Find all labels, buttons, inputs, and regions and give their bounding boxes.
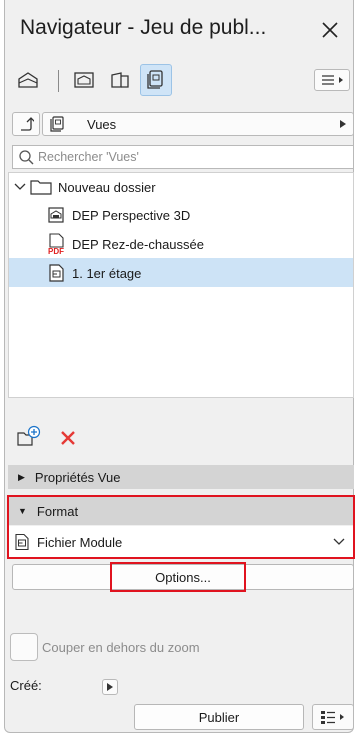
- view-selector[interactable]: Vues: [42, 112, 354, 136]
- view-properties-label: Propriétés Vue: [34, 469, 121, 485]
- tree-item[interactable]: 1. 1er étage: [46, 261, 346, 285]
- tree-folder-label: Nouveau dossier: [58, 179, 156, 195]
- clip-label: Couper en dehors du zoom: [42, 639, 200, 655]
- module-file-icon: [49, 264, 64, 282]
- tree-item[interactable]: PDF DEP Rez-de-chaussée: [46, 232, 346, 256]
- tree-item-label: 1. 1er étage: [72, 265, 142, 281]
- view-map-button[interactable]: [70, 66, 98, 94]
- close-icon: [322, 22, 338, 38]
- tree-item-label: DEP Perspective 3D: [72, 207, 191, 223]
- chevron-right-icon: [340, 120, 346, 128]
- view-map-icon: [74, 72, 94, 88]
- delete-button[interactable]: [58, 428, 80, 450]
- publish-button-label: Publier: [198, 709, 240, 725]
- toolbar-divider: [58, 70, 59, 92]
- created-label: Créé:: [10, 678, 42, 693]
- publisher-sets-icon: [50, 116, 64, 132]
- clip-outside-zoom[interactable]: Couper en dehors du zoom: [10, 633, 310, 661]
- menu-icon: [322, 75, 343, 85]
- options-highlight-frame: [110, 562, 246, 592]
- svg-text:PDF: PDF: [48, 247, 64, 255]
- view-properties-header[interactable]: ▶ Propriétés Vue: [8, 465, 354, 489]
- tree-item-label: DEP Rez-de-chaussée: [72, 236, 204, 252]
- options-menu-button[interactable]: [314, 69, 350, 91]
- delete-icon: [61, 431, 75, 445]
- list-menu-icon: [321, 711, 344, 724]
- clip-checkbox[interactable]: [10, 633, 38, 661]
- format-highlight-frame: [7, 495, 355, 559]
- layout-book-icon: [111, 72, 129, 88]
- go-up-button[interactable]: [12, 112, 40, 136]
- dwg-file-icon: [48, 207, 64, 223]
- new-subset-icon: [17, 425, 41, 446]
- publish-button[interactable]: Publier: [134, 704, 304, 730]
- publisher-sets-icon: [147, 70, 163, 89]
- search-placeholder: Rechercher 'Vues': [38, 150, 139, 164]
- created-expand-button[interactable]: [102, 679, 118, 695]
- view-selector-label: Vues: [87, 116, 117, 132]
- expand-icon: ▶: [18, 471, 25, 482]
- arrow-up-icon: [21, 117, 34, 131]
- search-icon: [19, 150, 34, 165]
- publisher-sets-button[interactable]: [140, 64, 172, 96]
- chevron-down-icon[interactable]: [14, 182, 26, 192]
- tree-item[interactable]: DEP Perspective 3D: [46, 203, 346, 227]
- search-field[interactable]: Rechercher 'Vues': [12, 145, 354, 169]
- close-button[interactable]: [318, 18, 342, 42]
- project-map-icon: [18, 72, 38, 88]
- folder-icon: [30, 180, 52, 195]
- window-title: Navigateur - Jeu de publ...: [20, 16, 267, 39]
- layout-book-button[interactable]: [106, 66, 134, 94]
- publish-options-button[interactable]: [312, 704, 354, 730]
- new-subset-button[interactable]: [16, 425, 42, 449]
- play-icon: [107, 683, 113, 691]
- tree-folder[interactable]: Nouveau dossier: [14, 176, 344, 198]
- project-map-button[interactable]: [14, 66, 42, 94]
- pdf-file-icon: PDF: [48, 233, 64, 255]
